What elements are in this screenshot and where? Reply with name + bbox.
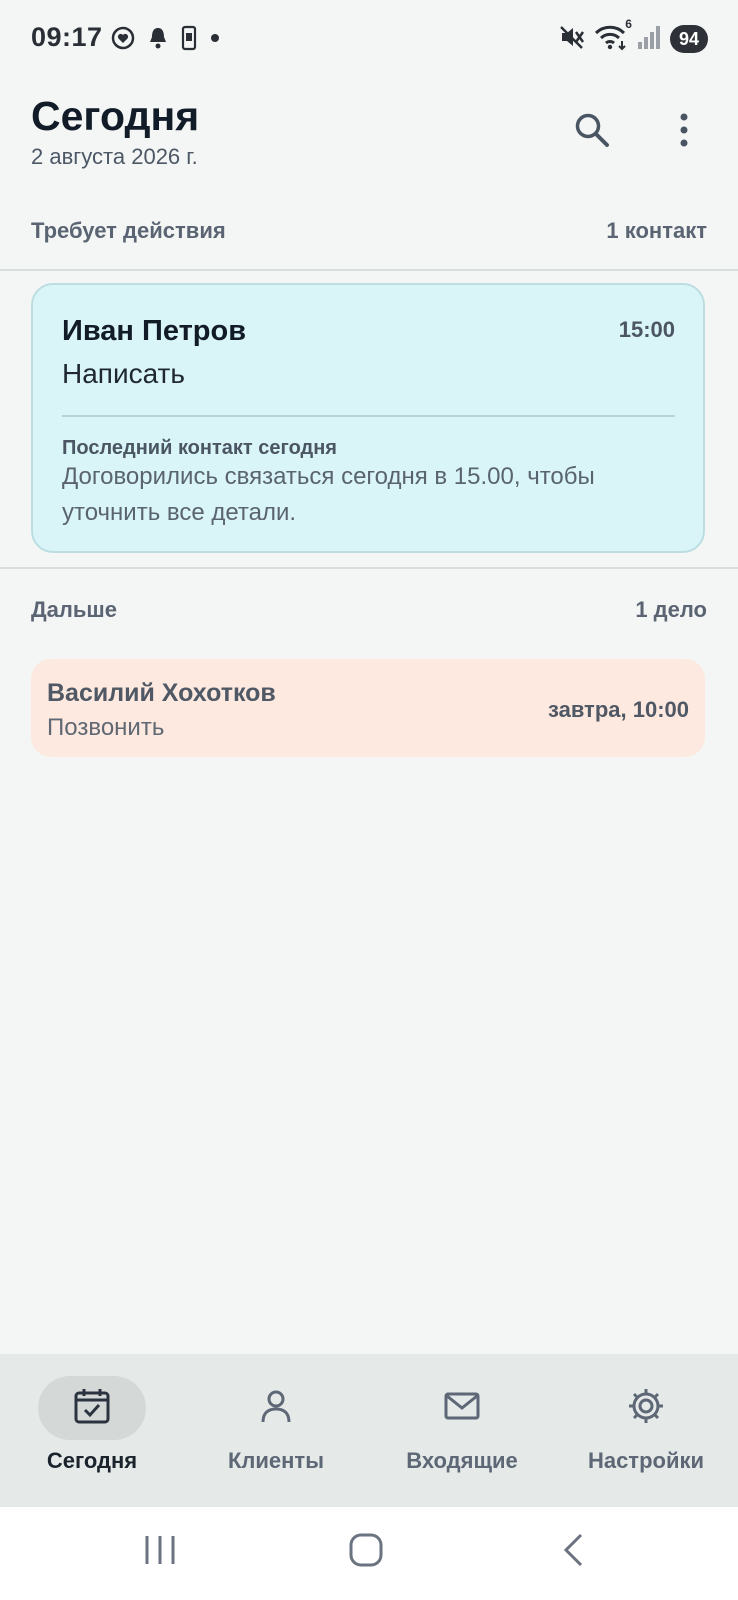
nav-item-inbox[interactable]: Входящие [370,1354,554,1507]
wifi-icon: 6 [594,17,632,56]
nav-icon-pill [408,1376,516,1440]
card-divider [62,415,675,417]
nav-item-today[interactable]: Сегодня [0,1354,184,1507]
section-count: 1 контакт [606,218,707,243]
more-options-button[interactable] [660,108,708,156]
task-card[interactable]: Василий Хохотков Позвонить завтра, 10:00 [31,659,705,757]
nav-item-settings[interactable]: Настройки [554,1354,738,1507]
nav-label: Клиенты [227,1448,324,1473]
last-contact-label: Последний контакт сегодня [62,437,337,459]
section-count: 1 дело [635,597,707,622]
recent-apps-icon [143,1534,177,1571]
section-label: Дальше [31,597,117,622]
mute-icon [558,23,586,56]
phone-icon [180,25,198,56]
status-icons-left [110,24,222,56]
nav-icon-pill [592,1376,700,1440]
nav-label: Настройки [587,1448,705,1473]
nav-icon-pill [222,1376,330,1440]
search-icon [573,111,611,154]
home-button[interactable] [336,1527,396,1577]
system-nav-bar [0,1507,738,1600]
nav-item-clients[interactable]: Клиенты [184,1354,368,1507]
recent-apps-button[interactable] [130,1527,190,1577]
signal-icon [636,23,662,56]
page-date: 2 августа 2026 г. [31,144,198,169]
heart-icon [110,25,136,56]
contact-card[interactable]: Иван Петров 15:00 Написать Последний кон… [31,283,705,553]
back-icon [561,1532,585,1573]
contact-action: Написать [62,358,185,389]
nav-label: Входящие [406,1448,518,1473]
contact-name: Иван Петров [62,315,247,347]
person-icon [256,1386,296,1431]
divider [0,567,738,569]
home-icon [348,1532,384,1573]
nav-label: Сегодня [46,1448,138,1473]
gear-icon [626,1386,666,1431]
calendar-check-icon [72,1386,112,1431]
page-title: Сегодня [31,93,200,139]
battery-indicator: 94 [669,25,708,53]
nav-icon-pill [38,1376,146,1440]
divider [0,269,738,271]
status-icons-right: 6 94 [558,17,708,56]
bell-icon [146,25,170,56]
back-button[interactable] [543,1527,603,1577]
wifi-badge: 6 [625,16,632,31]
task-contact-name: Василий Хохотков [47,679,276,707]
status-time: 09:17 [31,22,103,52]
search-button[interactable] [568,108,616,156]
status-bar: 09:17 6 94 [0,0,738,80]
contact-time: 15:00 [618,317,675,342]
mail-icon [442,1386,482,1431]
section-header-action: Требует действия 1 контакт [31,218,707,244]
section-label: Требует действия [31,218,226,243]
task-when: завтра, 10:00 [547,697,689,722]
bottom-nav: Сегодня Клиенты Входящие Настройки [0,1354,738,1507]
last-contact-note: Договорились связаться сегодня в 15.00, … [62,463,595,526]
task-action: Позвонить [47,714,165,741]
section-header-next: Дальше 1 дело [31,597,707,623]
more-vert-icon [678,112,690,153]
dot-icon [208,25,222,56]
